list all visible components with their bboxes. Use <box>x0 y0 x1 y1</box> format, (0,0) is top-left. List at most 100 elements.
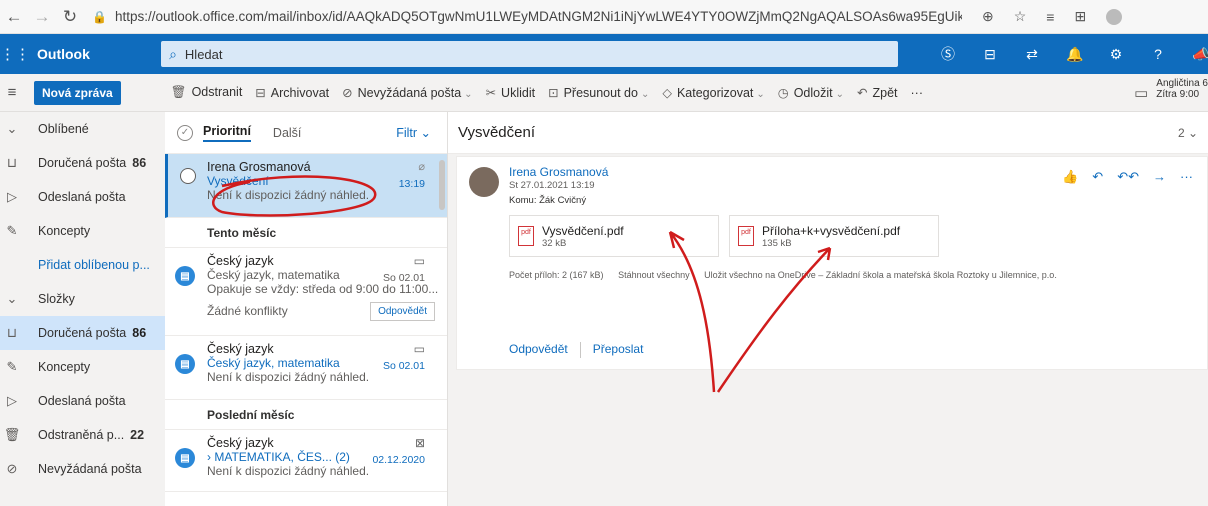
more-button[interactable]: ··· <box>911 86 924 100</box>
chevron-down-icon[interactable]: ⌄ <box>641 89 649 100</box>
sidebar-item-label: Odstraněná p... <box>38 428 125 442</box>
attachment-icon: ⌀ <box>418 161 425 173</box>
attachment-info: Počet příloh: 2 (167 kB) <box>509 270 604 280</box>
forward-icon[interactable]: → <box>1153 169 1166 185</box>
sender-name[interactable]: Irena Grosmanová <box>509 165 608 179</box>
categorize-button[interactable]: ◇ Kategorizovat ⌄ <box>662 85 764 100</box>
command-label: Archivovat <box>270 86 330 100</box>
sidebar-item-label: Přidat oblíbenou p... <box>38 258 150 272</box>
hamburger-icon[interactable]: ≡ <box>0 84 24 101</box>
move-to-button[interactable]: ⊡ Přesunout do ⌄ <box>548 85 649 100</box>
search-input[interactable]: ⌕ Hledat <box>161 41 898 67</box>
list-item[interactable]: Irena Grosmanová Vysvědčení Není k dispo… <box>165 154 447 218</box>
command-label: Odstranit <box>191 85 243 99</box>
tab-other[interactable]: Další <box>273 126 301 140</box>
list-item[interactable]: ▤ Český jazyk › MATEMATIKA, ČES... (2) N… <box>165 430 447 492</box>
message-preview: Není k dispozici žádný náhled. <box>207 188 370 202</box>
divider <box>579 342 581 358</box>
sidebar-item[interactable]: ⌄ Složky <box>0 282 165 316</box>
gear-icon[interactable]: ⚙ <box>1108 46 1124 63</box>
attachment-2[interactable]: pdf Příloha+k+vysvědčení.pdf 135 kB <box>729 215 939 257</box>
my-day-icon[interactable]: ⇄ <box>1024 46 1040 63</box>
command-label: ··· <box>910 85 924 100</box>
reply-all-icon[interactable]: ↶↶ <box>1117 169 1139 185</box>
favorites-list-icon[interactable]: ≡ <box>1046 9 1054 25</box>
chevron-down-icon[interactable]: ⌄ <box>464 89 472 100</box>
scrollbar[interactable] <box>439 160 445 210</box>
select-radio[interactable] <box>180 168 196 184</box>
help-icon[interactable]: ? <box>1150 46 1166 62</box>
command-label: Odložit <box>793 86 833 100</box>
save-onedrive-link[interactable]: Uložit všechno na OneDrive – Základní šk… <box>704 270 1057 280</box>
sidebar-item[interactable]: ⊔ Doručená pošta 86 <box>0 146 165 180</box>
filter-button[interactable]: Filtr ⌄ <box>396 125 431 140</box>
avatar[interactable] <box>469 167 499 197</box>
new-mail-button[interactable]: Nová zpráva <box>34 80 121 105</box>
app-title[interactable]: Outlook <box>37 46 161 62</box>
message-date: 02.12.2020 <box>372 454 425 466</box>
delete-button[interactable]: 🗑 Odstranit <box>171 85 243 100</box>
teams-icon[interactable]: ⊟ <box>982 46 998 63</box>
sidebar-item[interactable]: ⊔ Doručená pošta 86 <box>0 316 165 350</box>
message-preview: Není k dispozici žádný náhled. <box>207 464 370 478</box>
tab-focused[interactable]: Prioritní <box>203 124 251 142</box>
address-bar[interactable]: 🔒 https://outlook.office.com/mail/inbox/… <box>92 9 962 24</box>
attachment-name: Vysvědčení.pdf <box>542 223 624 238</box>
sidebar-item[interactable]: Přidat oblíbenou p... <box>0 248 165 282</box>
more-icon[interactable]: ··· <box>1180 169 1193 185</box>
message-preview: Opakuje se vždy: středa od 9:00 do 11:00… <box>207 282 439 296</box>
back-icon[interactable]: ← <box>0 7 28 27</box>
reminder[interactable]: ▭ Angličtina 6 Zítra 9:00 <box>1134 78 1208 102</box>
sidebar-item[interactable]: ▷ Odeslaná pošta <box>0 180 165 214</box>
pdf-icon: pdf <box>738 226 754 246</box>
message-list: ✓ Prioritní Další Filtr ⌄ Irena Grosmano… <box>165 112 448 506</box>
sidebar-item[interactable]: 🗑 Odstraněná p... 22 <box>0 418 165 452</box>
bell-icon[interactable]: 🔔 <box>1066 46 1083 63</box>
archive-button[interactable]: ⊟ Archivovat <box>255 85 329 100</box>
reply-icon[interactable]: ↶ <box>1092 169 1103 185</box>
junk-button[interactable]: ⊘ Nevyžádaná pošta ⌄ <box>342 85 472 100</box>
group-avatar-icon: ▤ <box>175 354 195 374</box>
reload-icon[interactable]: ↻ <box>56 7 84 27</box>
list-item[interactable]: ▤ Český jazyk Český jazyk, matematika Ne… <box>165 336 447 400</box>
favorite-icon[interactable]: ☆ <box>1014 8 1027 25</box>
sidebar-item[interactable]: ✎ Koncepty <box>0 350 165 384</box>
list-item[interactable]: ▤ Český jazyk Český jazyk, matematika Op… <box>165 248 447 336</box>
sidebar-item[interactable]: ✎ Koncepty <box>0 214 165 248</box>
reply-button[interactable]: Odpovědět <box>370 302 435 321</box>
add-icon[interactable]: ⊕ <box>982 8 994 25</box>
chevron-down-icon[interactable]: ⌄ <box>756 89 764 100</box>
select-all-checkbox[interactable]: ✓ <box>177 124 193 141</box>
url-text[interactable]: https://outlook.office.com/mail/inbox/id… <box>115 9 962 24</box>
sidebar-item[interactable]: ⊘ Nevyžádaná pošta <box>0 452 165 486</box>
sweep-button[interactable]: ✂ Uklidit <box>486 85 536 100</box>
reply-button[interactable]: Odpovědět <box>509 342 568 358</box>
sidebar-item[interactable]: ⌄ Oblíbené <box>0 112 165 146</box>
attachment-count[interactable]: 2 ⌄ <box>1178 126 1198 140</box>
folder-icon: ⊔ <box>6 325 18 340</box>
folder-icon: ✎ <box>6 359 18 374</box>
sidebar-item-label: Složky <box>38 292 75 306</box>
attachment-size: 32 kB <box>542 237 567 249</box>
group-avatar-icon: ▤ <box>175 266 195 286</box>
app-launcher-icon[interactable]: ⋮⋮ <box>0 45 30 63</box>
undo-button[interactable]: ↶ Zpět <box>857 85 898 100</box>
forward-icon[interactable]: → <box>28 7 56 27</box>
attachment-name: Příloha+k+vysvědčení.pdf <box>762 223 901 238</box>
chevron-down-icon[interactable]: ⌄ <box>836 89 844 100</box>
folder-icon: ⌄ <box>6 291 18 306</box>
skype-icon[interactable]: Ⓢ <box>940 44 956 64</box>
reminder-time: Zítra 9:00 <box>1156 89 1200 100</box>
message-sender: Český jazyk <box>207 254 274 268</box>
profile-icon[interactable] <box>1106 8 1123 25</box>
snooze-button[interactable]: ◷ Odložit ⌄ <box>778 85 844 100</box>
whats-new-icon[interactable]: 📣 <box>1192 46 1208 63</box>
sidebar-item-label: Nevyžádaná pošta <box>38 462 142 476</box>
like-icon[interactable]: 👍 <box>1062 169 1078 185</box>
attachment-1[interactable]: pdf Vysvědčení.pdf 32 kB <box>509 215 719 257</box>
collections-icon[interactable]: ⊞ <box>1074 8 1086 25</box>
sidebar-item[interactable]: ▷ Odeslaná pošta <box>0 384 165 418</box>
sidebar-item-label: Koncepty <box>38 224 91 238</box>
forward-button[interactable]: Přeposlat <box>593 342 644 358</box>
download-all-link[interactable]: Stáhnout všechny <box>618 270 690 280</box>
